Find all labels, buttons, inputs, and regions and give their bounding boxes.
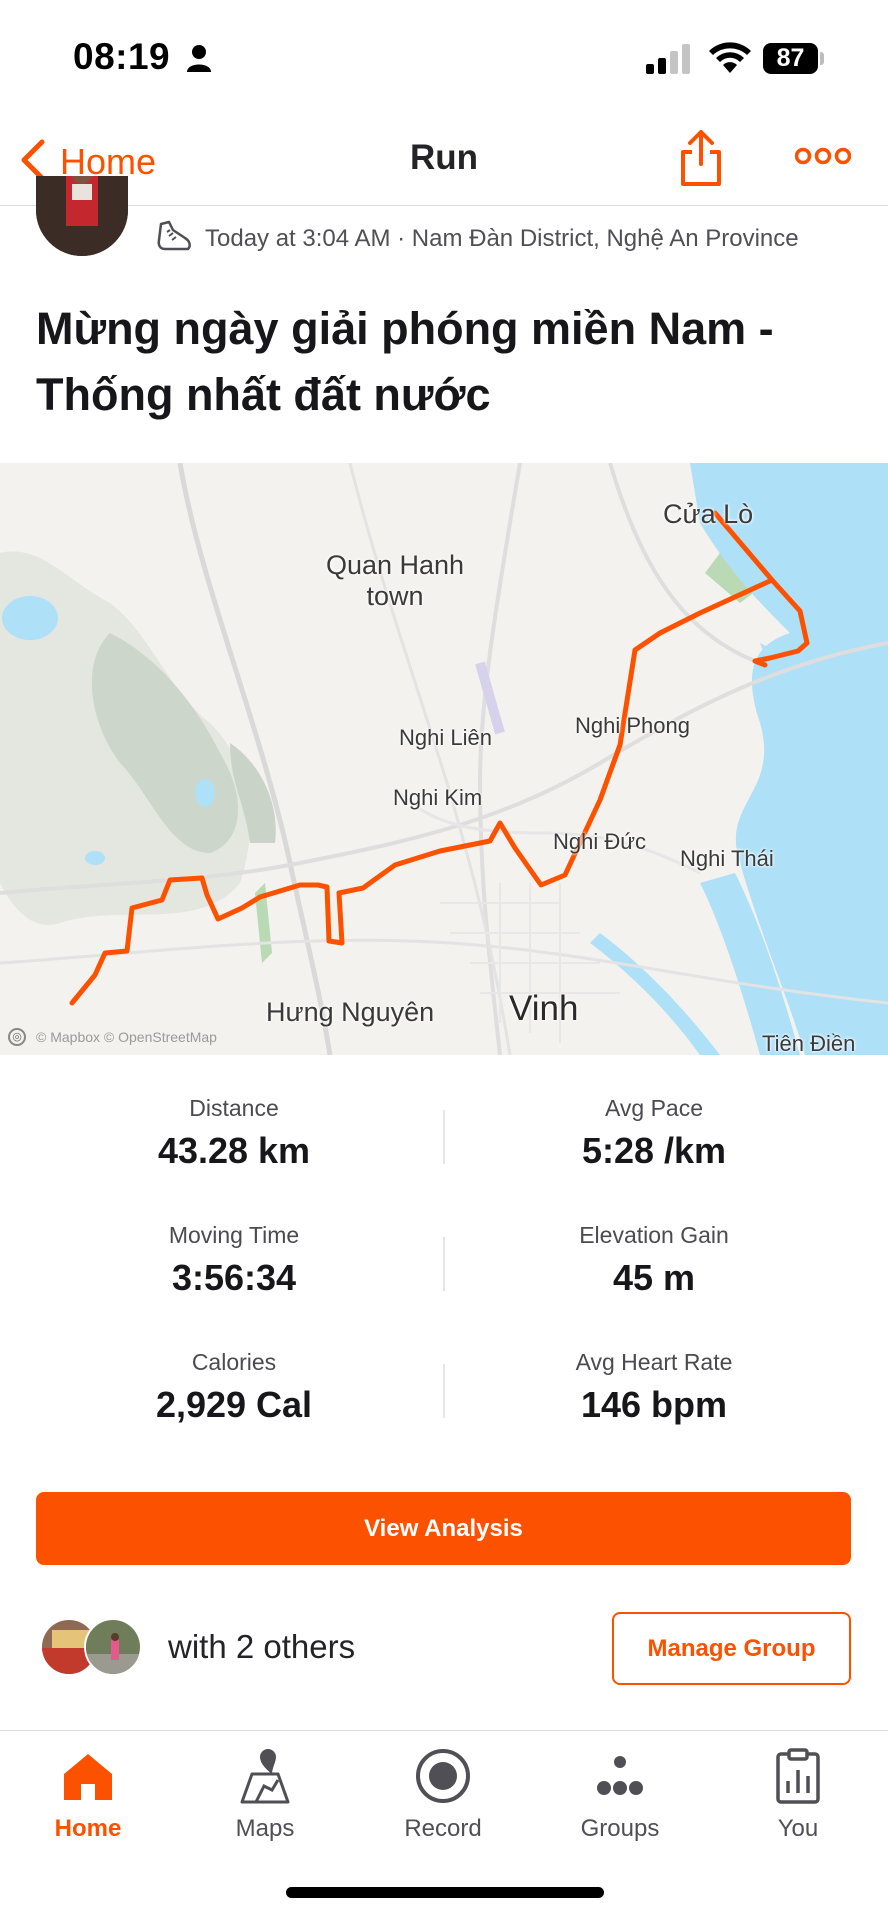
tab-home[interactable]: Home	[0, 1731, 176, 1861]
tab-label: Maps	[235, 1815, 295, 1842]
stat-value: 146 bpm	[580, 1384, 728, 1425]
stat-label: Avg Heart Rate	[575, 1349, 733, 1375]
stat-value: 2,929 Cal	[155, 1384, 313, 1425]
home-icon	[62, 1745, 114, 1807]
battery-cap	[820, 52, 824, 65]
map-label-vinh: Vinh	[509, 989, 579, 1028]
running-shoe-icon	[155, 218, 193, 259]
group-members-text: with 2 others	[168, 1628, 356, 1665]
activity-meta: Today at 3:04 AM · Nam Đàn District, Ngh…	[155, 218, 799, 259]
tab-label: Home	[54, 1815, 122, 1842]
map-label-nghi-thai: Nghi Thái	[680, 846, 774, 871]
stat-label: Moving Time	[168, 1222, 300, 1248]
tab-you[interactable]: You	[710, 1731, 886, 1861]
manage-group-button[interactable]: Manage Group	[612, 1612, 851, 1685]
person-icon	[187, 44, 211, 77]
tab-label: Groups	[580, 1815, 660, 1842]
tab-label: Record	[404, 1815, 482, 1842]
map-label-cua-lo: Cửa Lò	[663, 499, 754, 529]
athlete-avatar[interactable]	[36, 176, 128, 256]
tab-record[interactable]: Record	[355, 1731, 531, 1861]
route-map[interactable]: Cửa Lò Quan Hanh town Nghi Liên Nghi Pho…	[0, 463, 888, 1055]
stat-distance: Distance 43.28 km	[12, 1095, 456, 1172]
stat-label: Calories	[191, 1349, 277, 1375]
battery-icon: 87	[763, 43, 818, 74]
share-button[interactable]	[680, 128, 722, 193]
map-label-nghi-kim: Nghi Kim	[393, 785, 483, 810]
activity-date-location: Today at 3:04 AM · Nam Đàn District, Ngh…	[205, 224, 799, 252]
stat-value: 5:28 /km	[581, 1130, 727, 1171]
map-pin-icon	[238, 1745, 292, 1807]
map-attribution[interactable]: ◎ © Mapbox © OpenStreetMap	[8, 1028, 217, 1046]
battery-level: 87	[776, 44, 805, 72]
status-bar: 08:19 87	[0, 0, 888, 120]
group-avatar[interactable]	[84, 1618, 142, 1676]
tab-maps[interactable]: Maps	[177, 1731, 353, 1861]
map-label-quan-hanh: Quan Hanh town	[325, 550, 465, 611]
cellular-signal-icon	[646, 44, 690, 79]
record-icon	[415, 1745, 471, 1807]
stat-avg-pace: Avg Pace 5:28 /km	[432, 1095, 876, 1172]
view-analysis-button[interactable]: View Analysis	[36, 1492, 851, 1565]
clipboard-chart-icon	[775, 1745, 821, 1807]
more-options-button[interactable]	[794, 146, 852, 171]
stat-value: 3:56:34	[171, 1257, 297, 1298]
stat-value: 45 m	[612, 1257, 696, 1298]
stat-label: Elevation Gain	[579, 1222, 729, 1248]
stat-calories: Calories 2,929 Cal	[12, 1349, 456, 1426]
map-attribution-text: © Mapbox © OpenStreetMap	[36, 1029, 217, 1045]
stat-label: Distance	[189, 1095, 279, 1121]
status-time: 08:19	[73, 36, 171, 77]
stat-label: Avg Pace	[604, 1095, 704, 1121]
tab-label: You	[777, 1815, 819, 1842]
nav-header: Home Run	[0, 120, 888, 206]
activity-title: Mừng ngày giải phóng miền Nam - Thống nh…	[36, 303, 774, 420]
groups-dots-icon	[594, 1745, 646, 1807]
stat-avg-heart-rate: Avg Heart Rate 146 bpm	[432, 1349, 876, 1426]
tab-groups[interactable]: Groups	[532, 1731, 708, 1861]
map-label-hung-nguyen: Hưng Nguyên	[266, 997, 435, 1027]
stat-value: 43.28 km	[157, 1130, 311, 1171]
mapbox-logo-icon: ◎	[8, 1028, 26, 1046]
map-label-tien-dien: Tiên Điền	[762, 1031, 856, 1055]
home-indicator	[286, 1887, 604, 1898]
stat-moving-time: Moving Time 3:56:34	[12, 1222, 456, 1299]
activity-stats: Distance 43.28 km Avg Pace 5:28 /km Movi…	[0, 1055, 888, 1495]
map-label-nghi-duc: Nghi Đức	[553, 829, 646, 854]
wifi-icon	[709, 42, 751, 79]
more-dots-icon	[794, 147, 852, 165]
group-row: with 2 others Manage Group	[0, 1600, 888, 1690]
stat-elevation-gain: Elevation Gain 45 m	[432, 1222, 876, 1299]
share-icon	[681, 130, 721, 186]
map-label-nghi-phong: Nghi Phong	[575, 713, 690, 738]
map-label-nghi-lien: Nghi Liên	[399, 725, 492, 750]
